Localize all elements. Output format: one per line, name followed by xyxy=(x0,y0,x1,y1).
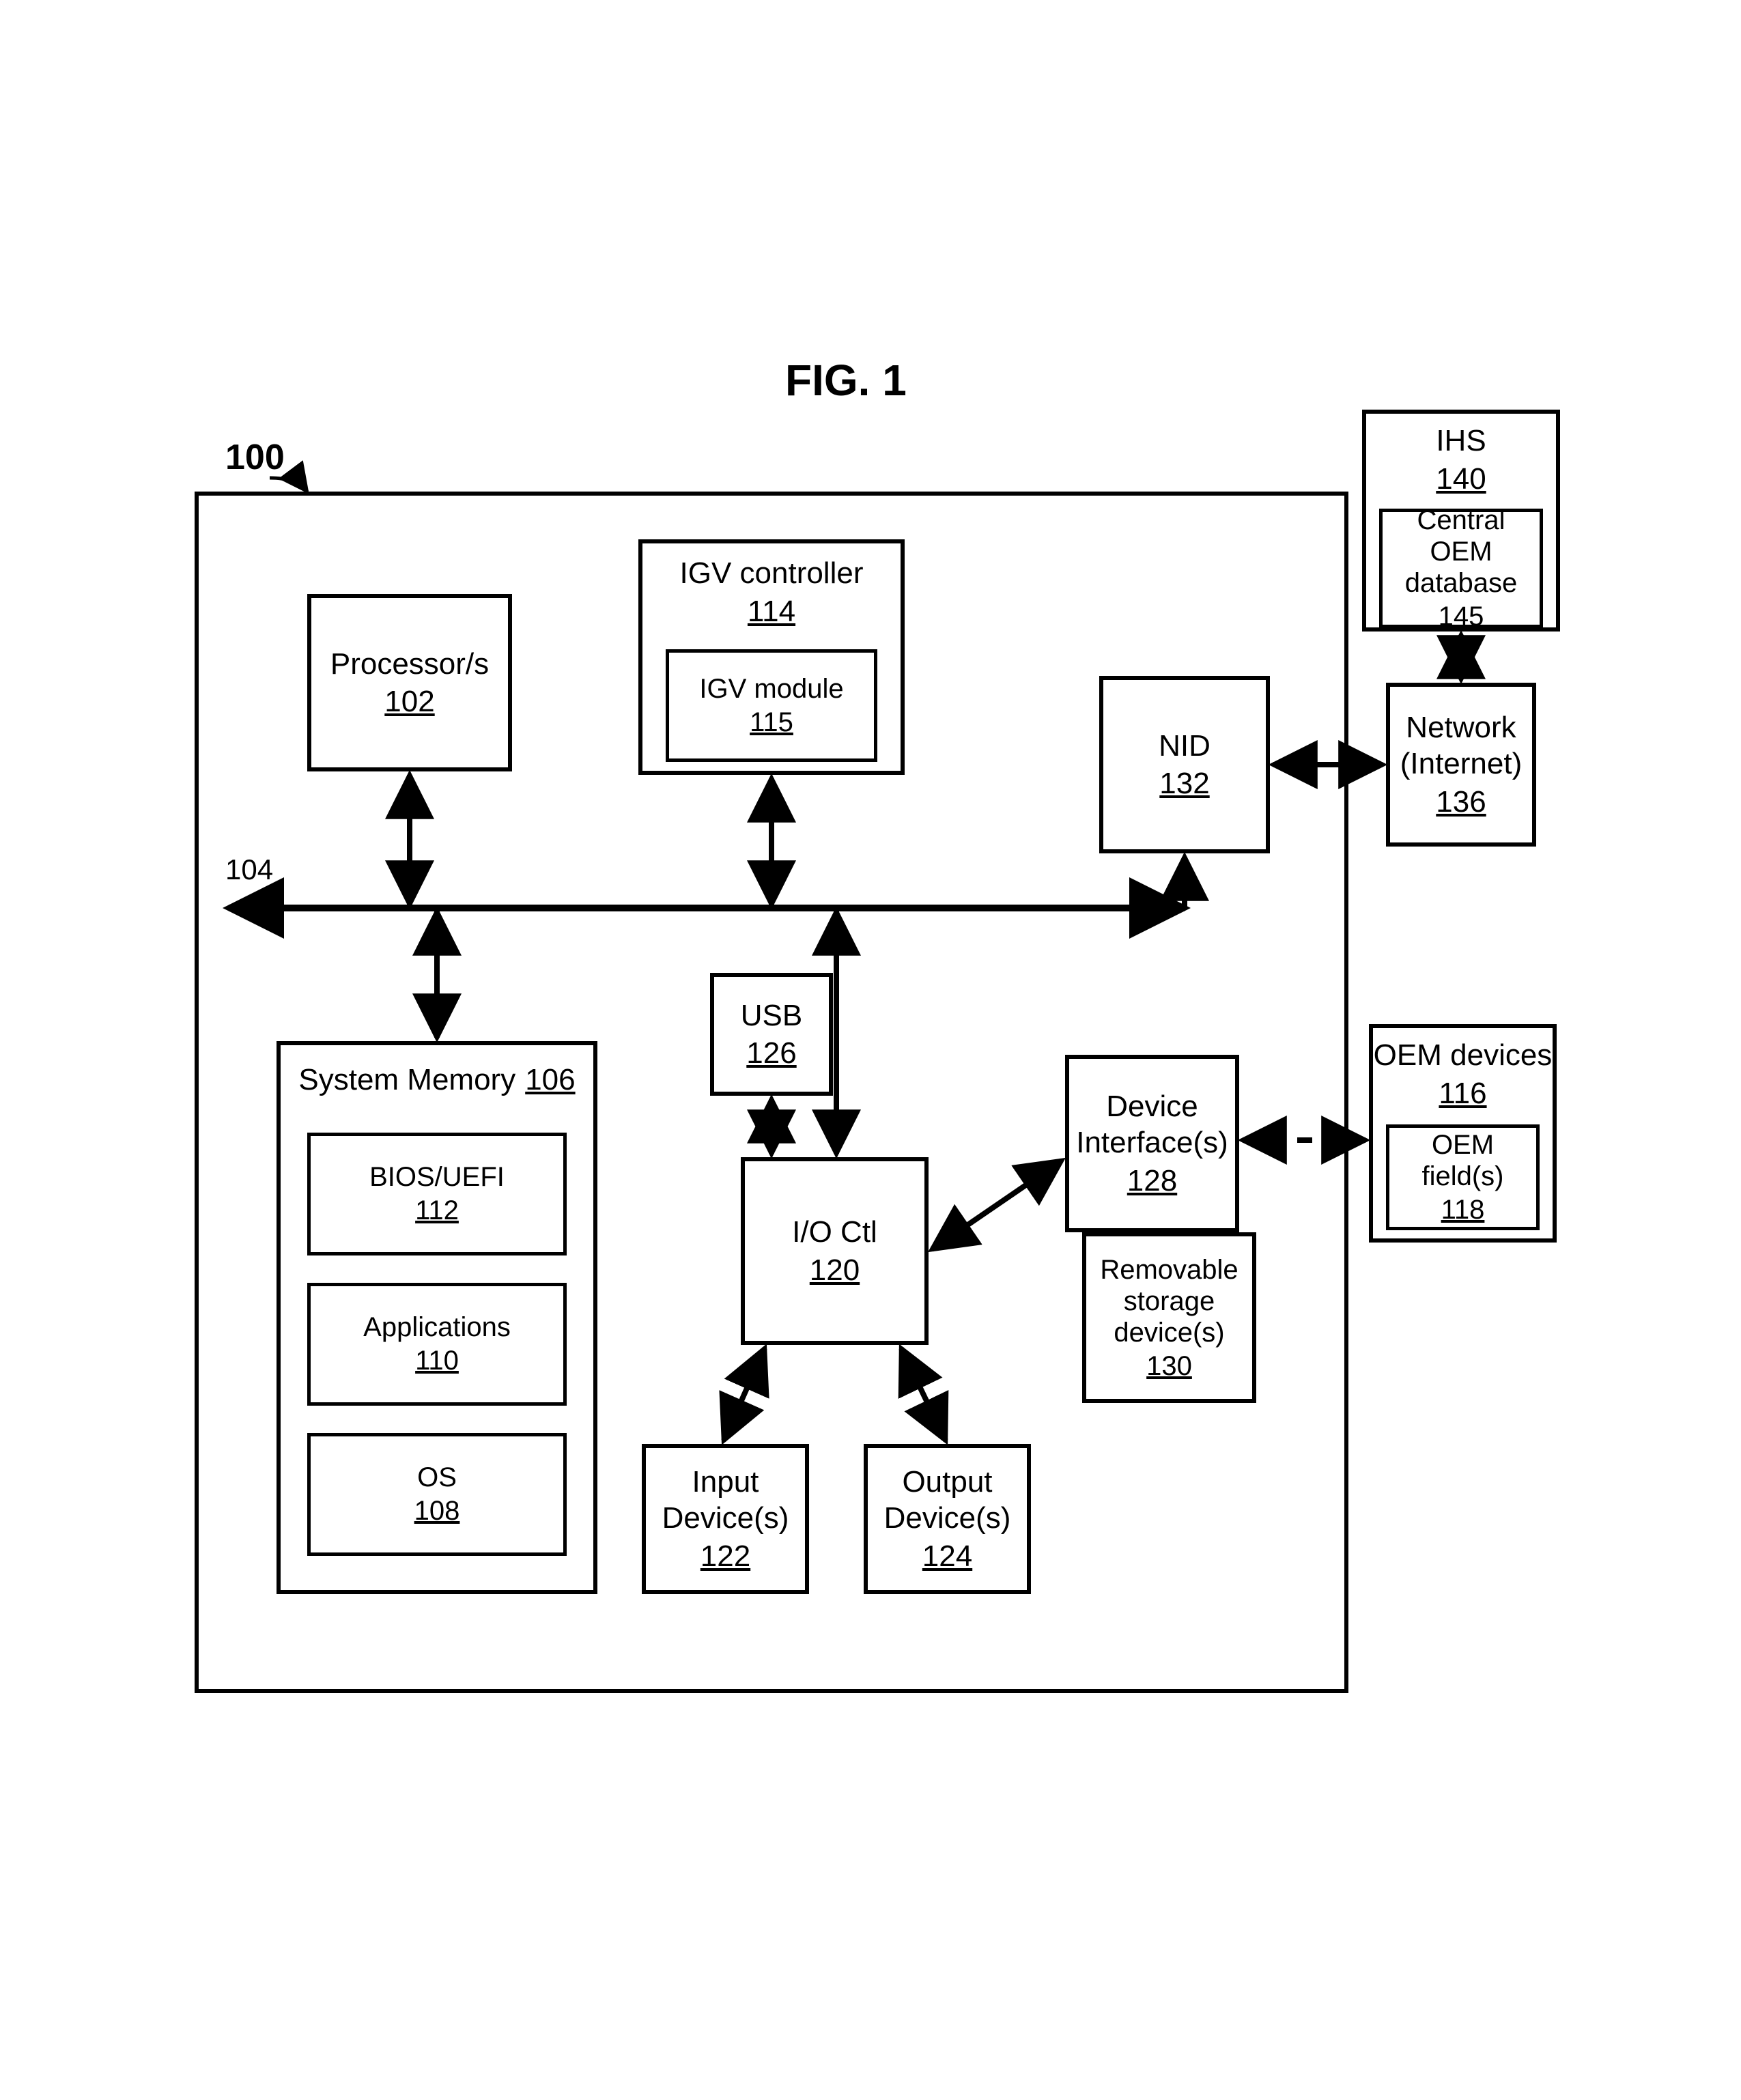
label: BIOS/UEFI xyxy=(369,1161,505,1193)
block-nid: NID 132 xyxy=(1099,676,1270,853)
block-oem-fields: OEM field(s) 118 xyxy=(1386,1124,1540,1230)
figure-title: FIG. 1 xyxy=(785,355,907,406)
label: Central OEM database xyxy=(1383,505,1540,599)
ref-num: 130 xyxy=(1146,1351,1192,1382)
block-ioctl: I/O Ctl 120 xyxy=(741,1157,929,1345)
block-removable-storage: Removable storage device(s) 130 xyxy=(1082,1232,1256,1403)
ref-num: 114 xyxy=(748,595,795,629)
label: System Memory xyxy=(298,1062,515,1098)
block-igv-controller: IGV controller 114 IGV module 115 xyxy=(638,539,905,775)
label: Output Device(s) xyxy=(884,1464,1011,1537)
figure-ref-100: 100 xyxy=(225,437,285,478)
label: OEM field(s) xyxy=(1389,1129,1536,1192)
block-processor: Processor/s 102 xyxy=(307,594,512,771)
block-oem-database: Central OEM database 145 xyxy=(1379,509,1543,628)
label: Network (Internet) xyxy=(1400,710,1523,782)
ref-num: 140 xyxy=(1436,462,1486,496)
label: IGV module xyxy=(699,673,843,705)
block-os: OS 108 xyxy=(307,1433,567,1556)
label: USB xyxy=(741,998,802,1034)
label: NID xyxy=(1159,728,1211,765)
ref-num: 106 xyxy=(525,1063,575,1097)
bus-ref-104: 104 xyxy=(225,853,273,886)
ref-num: 132 xyxy=(1159,767,1209,801)
block-network: Network (Internet) 136 xyxy=(1386,683,1536,847)
label: OEM devices xyxy=(1374,1038,1553,1074)
block-applications: Applications 110 xyxy=(307,1283,567,1406)
ref-num: 102 xyxy=(384,685,434,719)
label: I/O Ctl xyxy=(792,1215,877,1251)
block-ihs-remote: IHS 140 Central OEM database 145 xyxy=(1362,410,1560,632)
block-igv-module: IGV module 115 xyxy=(666,649,877,762)
block-oem-devices: OEM devices 116 OEM field(s) 118 xyxy=(1369,1024,1557,1243)
label: Applications xyxy=(363,1311,511,1343)
ref-num: 136 xyxy=(1436,785,1486,819)
ref-num: 116 xyxy=(1439,1077,1486,1111)
ref-num: 110 xyxy=(415,1346,459,1376)
block-output-devices: Output Device(s) 124 xyxy=(864,1444,1031,1594)
ref-num: 108 xyxy=(414,1496,460,1527)
block-device-interfaces: Device Interface(s) 128 xyxy=(1065,1055,1239,1232)
ref-num: 112 xyxy=(415,1195,459,1226)
label: Processor/s xyxy=(330,647,489,683)
ref-num: 128 xyxy=(1127,1164,1177,1198)
ref-num: 145 xyxy=(1439,601,1484,632)
label: OS xyxy=(417,1462,457,1493)
ref-num: 126 xyxy=(746,1036,796,1070)
ref-num: 120 xyxy=(810,1253,860,1288)
ref-num: 115 xyxy=(750,707,793,738)
label: IGV controller xyxy=(680,556,864,592)
block-usb: USB 126 xyxy=(710,973,833,1096)
label: Input Device(s) xyxy=(662,1464,789,1537)
label: Device Interface(s) xyxy=(1076,1089,1228,1161)
ref-num: 124 xyxy=(922,1539,972,1574)
ref-num: 118 xyxy=(1441,1195,1485,1225)
block-system-memory: System Memory 106 BIOS/UEFI 112 Applicat… xyxy=(277,1041,597,1594)
label: IHS xyxy=(1436,423,1486,459)
block-input-devices: Input Device(s) 122 xyxy=(642,1444,809,1594)
block-bios: BIOS/UEFI 112 xyxy=(307,1133,567,1255)
label: Removable storage device(s) xyxy=(1100,1254,1238,1348)
ref-num: 122 xyxy=(700,1539,750,1574)
